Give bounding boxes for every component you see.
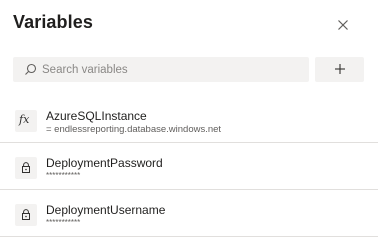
variable-value-masked: ***********: [46, 171, 81, 180]
fx-icon: fx: [15, 110, 37, 132]
variables-panel: Variables fx AzureSQLInstance = endlessr…: [0, 0, 378, 242]
variable-row[interactable]: DeploymentUsername ***********: [0, 190, 378, 237]
lock-icon: [15, 157, 37, 179]
variable-row[interactable]: DeploymentPassword ***********: [0, 143, 378, 190]
search-input[interactable]: [42, 57, 302, 82]
panel-title: Variables: [13, 12, 93, 32]
add-variable-button[interactable]: [315, 57, 364, 82]
variable-name: AzureSQLInstance: [46, 109, 147, 123]
close-icon: [338, 20, 348, 30]
variable-name: DeploymentUsername: [46, 203, 166, 217]
variable-name: DeploymentPassword: [46, 156, 163, 170]
variable-row[interactable]: fx AzureSQLInstance = endlessreporting.d…: [0, 96, 378, 143]
variable-list: fx AzureSQLInstance = endlessreporting.d…: [0, 96, 378, 237]
variable-value-masked: ***********: [46, 218, 81, 227]
plus-icon: [335, 64, 345, 74]
search-box[interactable]: [13, 57, 309, 82]
variable-value: = endlessreporting.database.windows.net: [46, 124, 222, 135]
search-icon: [25, 63, 37, 75]
close-button[interactable]: [334, 16, 352, 34]
lock-icon: [15, 204, 37, 226]
